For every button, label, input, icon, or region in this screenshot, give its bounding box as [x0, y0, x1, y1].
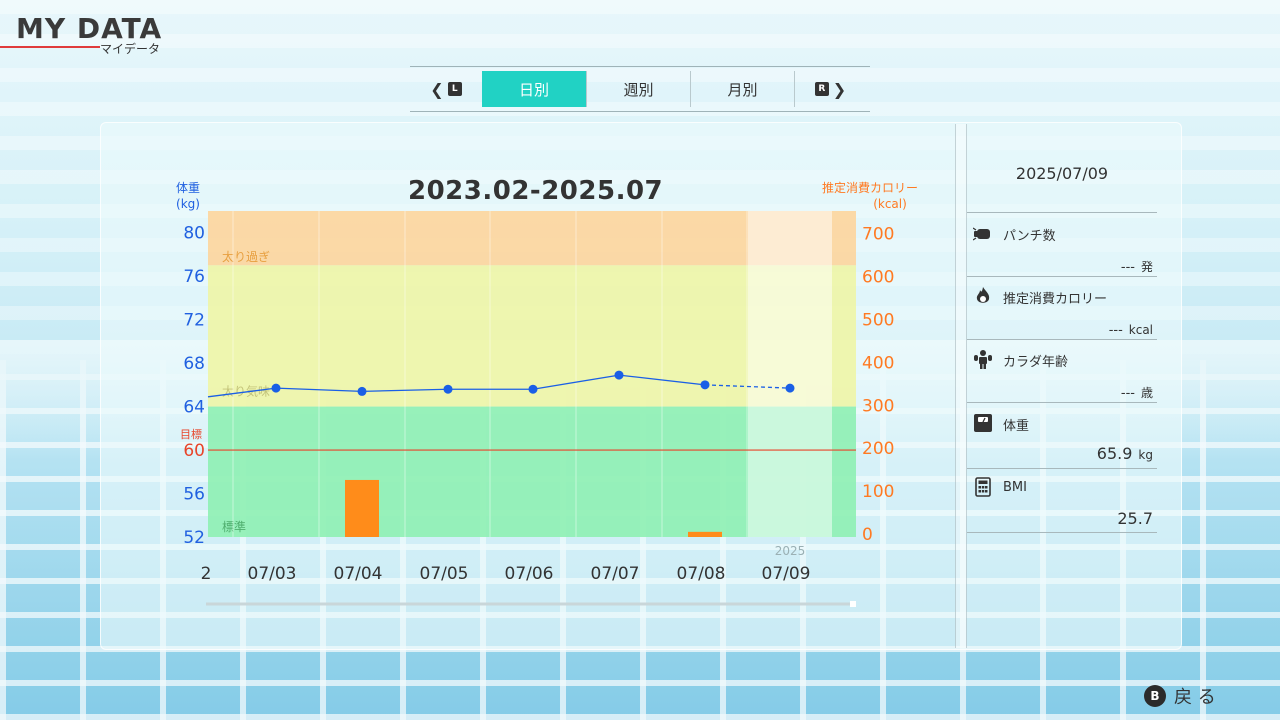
left-tick-label: 56 [183, 485, 205, 505]
right-tick-label: 400 [862, 353, 894, 373]
scale-icon [974, 414, 992, 432]
calorie-unit: kcal [1128, 323, 1153, 337]
right-tick-label: 0 [862, 525, 873, 545]
x-tick-label: 07/04 [334, 564, 383, 584]
punch-icon [973, 227, 990, 241]
back-button[interactable]: B 戻 る [1144, 683, 1216, 709]
weight-number: 65.9 [1096, 444, 1133, 463]
right-tick-label: 700 [862, 225, 894, 245]
weight-point [528, 384, 538, 394]
left-tick-label: 64 [183, 398, 205, 418]
x-tick-label: 07/09 [762, 564, 811, 584]
selected-day-highlight [748, 211, 832, 537]
calorie-bar [688, 531, 722, 537]
body-age-unit: 歳 [1140, 386, 1153, 400]
right-tick-label: 500 [862, 311, 894, 331]
zone-label: 標準 [222, 519, 246, 534]
divider [967, 468, 1157, 469]
x-tick-label: 2 [201, 564, 212, 584]
flame-icon [976, 287, 990, 303]
day-detail-panel: 2025/07/09 パンチ数 --- 発 推定消費カロリー --- kcal カラ… [967, 124, 1181, 648]
x-tick-label: 07/03 [248, 564, 297, 584]
weight-unit: kg [1138, 448, 1153, 462]
bmi-value: 25.7 [1117, 509, 1153, 528]
divider [967, 532, 1157, 533]
punch-count-value: --- 発 [1121, 256, 1153, 275]
body-age-value: --- 歳 [1121, 382, 1153, 401]
zone-label: 太り気味 [222, 383, 270, 398]
right-tick-label: 100 [862, 482, 894, 502]
weight-point [357, 386, 367, 396]
weight-point [614, 370, 624, 380]
weight-label: 体重 [1003, 419, 1030, 434]
calorie-number: --- [1108, 323, 1123, 338]
left-tick-label: 52 [183, 528, 205, 548]
b-button-icon: B [1144, 685, 1166, 707]
left-tick-label: 68 [183, 354, 205, 374]
weight-point [700, 380, 710, 390]
detail-date: 2025/07/09 [1015, 164, 1109, 183]
left-tick-label: 72 [183, 311, 205, 331]
bmi-label: BMI [1003, 480, 1027, 495]
body-age-number: --- [1120, 386, 1135, 401]
left-tick-label: 80 [183, 224, 205, 244]
divider [967, 212, 1157, 213]
back-label: 戻 る [1174, 687, 1216, 708]
weight-value: 65.9 kg [1097, 444, 1153, 463]
x-tick-label: 07/07 [591, 564, 640, 584]
year-label: 2025 [775, 544, 806, 558]
punch-count-label: パンチ数 [1003, 229, 1056, 244]
divider [967, 276, 1157, 277]
left-tick-label: 60 [183, 441, 205, 461]
right-tick-label: 300 [862, 396, 894, 416]
bmi-number: 25.7 [1117, 509, 1153, 528]
calorie-value: --- kcal [1109, 319, 1153, 338]
x-tick-label: 07/05 [420, 564, 469, 584]
right-tick-label: 200 [862, 439, 894, 459]
body-icon [974, 350, 992, 369]
divider [967, 402, 1157, 403]
calorie-label: 推定消費カロリー [1003, 292, 1108, 307]
right-tick-label: 600 [862, 268, 894, 288]
punch-count-unit: 発 [1140, 260, 1153, 274]
target-label: 目標 [180, 427, 202, 441]
weight-point [785, 383, 795, 393]
weight-point [443, 384, 453, 394]
punch-count-number: --- [1120, 260, 1135, 275]
scrollbar-thumb [850, 601, 856, 607]
weight-point [271, 383, 281, 393]
x-tick-label: 07/06 [505, 564, 554, 584]
zone-label: 太り過ぎ [222, 249, 270, 264]
divider [967, 339, 1157, 340]
body-age-label: カラダ年齢 [1003, 355, 1069, 370]
calculator-icon [975, 477, 991, 497]
x-tick-label: 07/08 [677, 564, 726, 584]
left-tick-label: 76 [183, 267, 205, 287]
calorie-bar [345, 479, 379, 537]
